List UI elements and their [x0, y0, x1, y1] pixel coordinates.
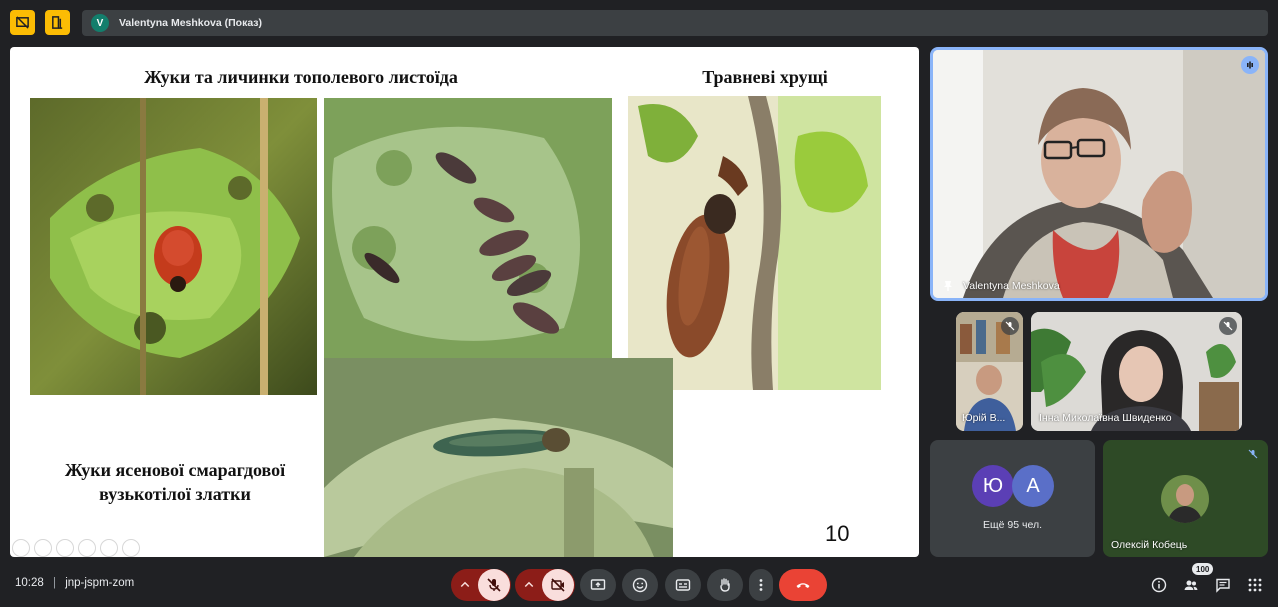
muted-indicator — [1244, 445, 1262, 463]
microphone-control[interactable] — [451, 569, 511, 601]
copy-control[interactable] — [78, 539, 96, 557]
participant-tile-inna[interactable]: Інна Миколаївна Швиденко — [1031, 312, 1242, 431]
next-slide-control[interactable] — [34, 539, 52, 557]
main-speaker-name: Valentyna Meshkova — [963, 280, 1060, 292]
meeting-code: jnp-jspm-zom — [65, 577, 135, 589]
pin-icon — [944, 281, 952, 291]
red-leaf-beetle-photo — [30, 98, 317, 395]
stop-presenting-icon — [16, 16, 29, 29]
slide-title-left: Жуки та личинки тополевого листоїда — [144, 67, 458, 87]
mic-toggle-button[interactable] — [478, 569, 510, 601]
zoom-control[interactable] — [100, 539, 118, 557]
mic-off-icon — [1005, 321, 1015, 331]
mic-off-icon — [1223, 321, 1233, 331]
people-icon — [1184, 580, 1198, 590]
layout-icon — [52, 16, 63, 29]
chevron-up-icon[interactable] — [459, 579, 471, 591]
more-participants-tile[interactable]: Ю А Ещё 95 чел. — [930, 440, 1095, 557]
more-control[interactable] — [122, 539, 140, 557]
raise-hand-button[interactable] — [707, 569, 743, 601]
camera-toggle-button[interactable] — [542, 569, 574, 601]
meeting-info: 10:28 | jnp-jspm-zom — [15, 577, 134, 589]
slide-controls — [12, 539, 140, 557]
info-icon — [1151, 577, 1167, 593]
presentation-slide: Жуки та личинки тополевого листоїда Трав… — [10, 47, 919, 557]
reactions-button[interactable] — [622, 569, 658, 601]
muted-indicator — [1001, 317, 1019, 335]
separator: | — [52, 577, 56, 589]
activities-button[interactable] — [1246, 576, 1264, 594]
chat-button[interactable] — [1214, 576, 1232, 594]
camera-control[interactable] — [515, 569, 575, 601]
more-options-button[interactable] — [749, 569, 773, 601]
meeting-details-button[interactable] — [1150, 576, 1168, 594]
audio-level-icon — [1247, 61, 1253, 69]
people-button[interactable] — [1182, 576, 1200, 594]
slide-page-number: 10 — [825, 521, 850, 546]
slide-title-bottom-line1: Жуки ясенової смарагдової — [64, 460, 286, 480]
presenter-bar: V Valentyna Meshkova (Показ) — [82, 10, 1268, 36]
more-vert-icon — [759, 579, 763, 591]
larvae-on-leaf-photo — [324, 98, 612, 358]
main-speaker-tile[interactable]: Valentyna Meshkova — [930, 47, 1268, 301]
layout-button[interactable] — [45, 10, 70, 35]
clock-time: 10:28 — [15, 577, 44, 589]
chevron-up-icon[interactable] — [523, 579, 535, 591]
may-beetle-photo — [628, 96, 881, 390]
participant-name-oleksiy: Олексій Кобець — [1111, 539, 1188, 551]
participant-name-inna: Інна Миколаївна Швиденко — [1039, 412, 1172, 424]
people-count-badge: 100 — [1192, 563, 1214, 575]
captions-icon — [675, 579, 691, 591]
apps-grid-icon — [1248, 578, 1262, 592]
muted-indicator — [1219, 317, 1237, 335]
participant-tile-yuriy[interactable]: Юрій В... — [956, 312, 1023, 431]
participant-avatar: Ю — [972, 465, 1014, 507]
pen-control[interactable] — [56, 539, 74, 557]
participant-avatar: А — [1012, 465, 1054, 507]
more-participants-label: Ещё 95 чел. — [982, 519, 1042, 531]
leave-call-button[interactable] — [779, 569, 827, 601]
emerald-ash-borer-photo — [324, 358, 673, 557]
camera-off-icon — [551, 578, 565, 592]
prev-slide-control[interactable] — [12, 539, 30, 557]
captions-button[interactable] — [665, 569, 701, 601]
slide-title-bottom: Жуки ясенової смарагдової вузькотілої зл… — [30, 458, 320, 506]
speaking-indicator — [1241, 56, 1259, 74]
present-button[interactable] — [580, 569, 616, 601]
mic-off-icon — [487, 578, 501, 592]
participant-name-yuriy: Юрій В... — [962, 412, 1006, 424]
speaker-video — [933, 50, 1265, 298]
emoji-icon — [632, 577, 648, 593]
chat-icon — [1216, 578, 1230, 593]
participant-tile-oleksiy[interactable]: Олексій Кобець — [1103, 440, 1268, 557]
slide-title-right: Травневі хрущі — [702, 67, 828, 87]
present-screen-icon — [590, 579, 606, 590]
mic-off-icon — [1248, 449, 1258, 459]
presenter-avatar: V — [91, 14, 109, 32]
hand-icon — [720, 578, 730, 592]
presenter-label: Valentyna Meshkova (Показ) — [119, 17, 263, 29]
call-end-icon — [796, 583, 810, 588]
slide-title-bottom-line2: вузькотілої златки — [99, 484, 251, 504]
avatar — [1161, 475, 1209, 523]
stop-presenting-button[interactable] — [10, 10, 35, 35]
